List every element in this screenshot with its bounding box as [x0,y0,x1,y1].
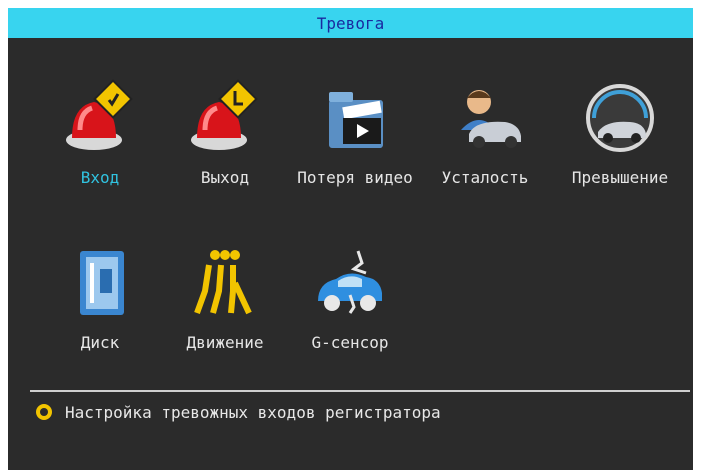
frame-top [0,0,703,8]
motion-icon [194,250,252,315]
menu-label-alarm-out: Выход [200,168,250,187]
menu-label-motion: Движение [186,333,264,352]
overspeed-icon [586,84,654,152]
fatigue-driver-icon [461,90,521,148]
menu-item-overspeed[interactable]: Превышение [560,78,680,188]
divider [30,390,690,392]
alarm-in-icon [66,79,133,150]
menu-item-disk[interactable]: Диск [40,243,160,353]
menu-label-disk: Диск [80,333,120,352]
menu-item-motion[interactable]: Движение [165,243,285,353]
alarm-out-icon [191,79,258,150]
title-bar: Тревога [8,8,693,38]
bullet-icon [36,404,52,420]
menu-label-video-loss: Потеря видео [297,168,413,187]
menu-label-g-sensor: G-сенсор [311,333,389,352]
hint-text: Настройка тревожных входов регистратора [65,402,441,422]
menu-label-fatigue: Усталость [441,168,529,187]
screen-title: Тревога [316,13,385,33]
frame-right [693,0,703,470]
menu-label-overspeed: Превышение [571,168,669,187]
disk-icon [80,251,124,315]
alarm-screen: Тревога Вход Выход Потеря видео Усталост… [0,0,703,470]
menu-item-video-loss[interactable]: Потеря видео [295,78,415,188]
menu-item-g-sensor[interactable]: G-сенсор [290,243,410,353]
g-sensor-icon [318,250,382,314]
menu-item-fatigue[interactable]: Усталость [425,78,545,188]
menu-item-alarm-in[interactable]: Вход [40,78,160,188]
status-hint: Настройка тревожных входов регистратора [35,400,441,424]
video-loss-icon [329,92,383,148]
frame-left [0,0,8,470]
menu-label-alarm-in: Вход [80,168,120,187]
menu-item-alarm-out[interactable]: Выход [165,78,285,188]
